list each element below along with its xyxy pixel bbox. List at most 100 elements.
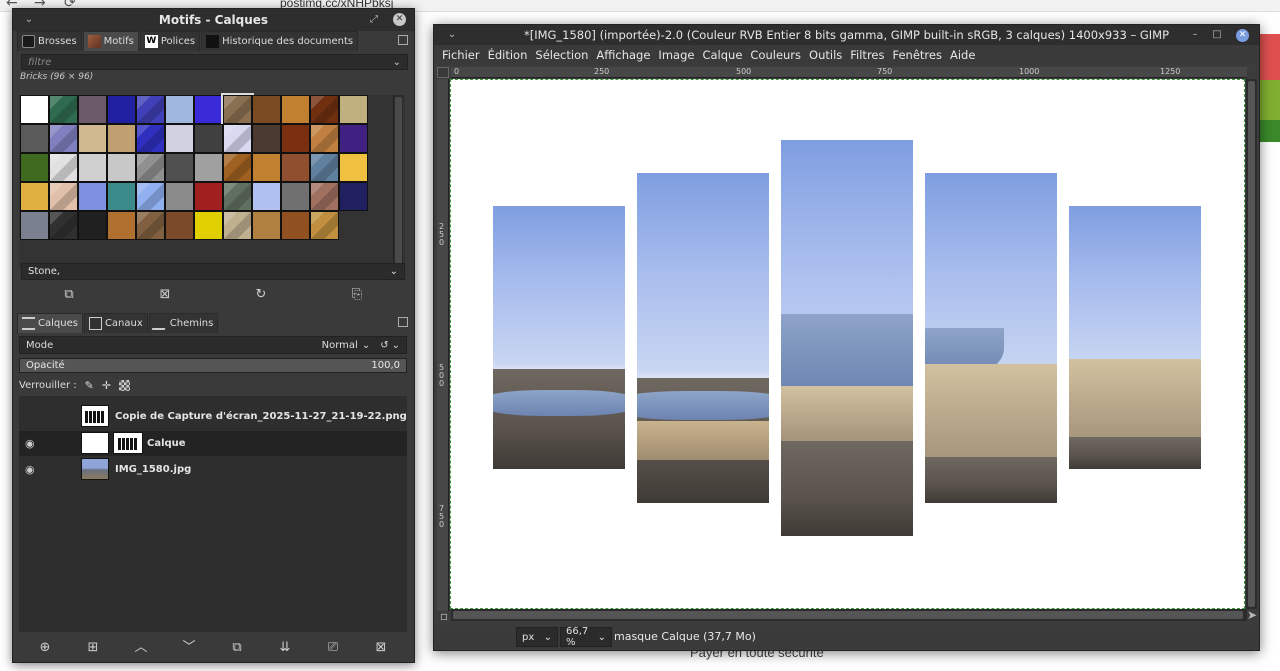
pattern-swatch[interactable] xyxy=(20,211,49,240)
pattern-swatch[interactable] xyxy=(194,182,223,211)
dock-titlebar[interactable]: ⌄ Motifs - Calques ⤢ ✕ xyxy=(13,9,414,31)
pattern-swatch[interactable] xyxy=(136,153,165,182)
selected-pattern-dropdown[interactable]: Stone, ⌄ xyxy=(21,263,405,280)
pattern-swatch[interactable] xyxy=(78,182,107,211)
eye-icon[interactable]: ◉ xyxy=(25,464,38,475)
pattern-swatch[interactable] xyxy=(223,211,252,240)
menu-couleurs[interactable]: Couleurs xyxy=(746,48,805,62)
tab-paths[interactable]: Chemins xyxy=(148,313,219,333)
layer-row[interactable]: ◉ IMG_1580.jpg xyxy=(19,457,407,482)
pattern-swatch[interactable] xyxy=(339,182,368,211)
pattern-swatch[interactable] xyxy=(107,182,136,211)
layer-name[interactable]: Copie de Capture d'écran_2025-11-27_21-1… xyxy=(115,411,407,422)
eye-icon[interactable]: ◉ xyxy=(25,438,38,449)
pattern-swatch[interactable] xyxy=(107,211,136,240)
chevron-down-icon[interactable]: ⌄ xyxy=(390,266,398,277)
pattern-swatch[interactable] xyxy=(20,182,49,211)
reset-icon[interactable]: ↺ xyxy=(380,340,388,351)
pattern-swatch[interactable] xyxy=(252,124,281,153)
pattern-swatch[interactable] xyxy=(339,124,368,153)
restore-icon[interactable]: ⤢ xyxy=(366,12,382,28)
mode-value[interactable]: Normal xyxy=(322,340,358,351)
tab-patterns[interactable]: Motifs xyxy=(82,31,139,51)
pattern-swatch[interactable] xyxy=(136,124,165,153)
open-folder-icon[interactable]: ⎘ xyxy=(350,288,364,302)
tab-document-history[interactable]: Historique des documents xyxy=(201,31,359,51)
close-icon[interactable]: ✕ xyxy=(393,13,406,26)
pattern-swatch[interactable] xyxy=(49,153,78,182)
minimize-icon[interactable]: – xyxy=(1187,27,1203,43)
pattern-swatch[interactable] xyxy=(107,95,136,124)
tab-menu-icon[interactable] xyxy=(398,35,408,45)
image-titlebar[interactable]: ⌄ *[IMG_1580] (importée)-2.0 (Couleur RV… xyxy=(434,25,1259,45)
menu-calque[interactable]: Calque xyxy=(698,48,746,62)
menu-filtres[interactable]: Filtres xyxy=(846,48,888,62)
pattern-swatch[interactable] xyxy=(221,93,254,126)
pattern-swatch[interactable] xyxy=(49,211,78,240)
chevron-down-icon[interactable]: ⌄ xyxy=(362,340,370,351)
canvas-horizontal-scrollbar[interactable] xyxy=(451,609,1247,621)
pattern-swatch[interactable] xyxy=(20,124,49,153)
delete-pattern-icon[interactable]: ⊠ xyxy=(158,288,172,302)
chevron-down-icon[interactable]: ⌄ xyxy=(21,12,37,28)
canvas-vertical-scrollbar[interactable] xyxy=(1246,79,1257,609)
pattern-swatch[interactable] xyxy=(252,182,281,211)
pattern-swatch[interactable] xyxy=(281,95,310,124)
refresh-icon[interactable]: ↻ xyxy=(254,288,268,302)
pattern-swatch[interactable] xyxy=(165,95,194,124)
pattern-swatch[interactable] xyxy=(252,211,281,240)
layer-row[interactable]: ◉ Calque xyxy=(19,431,407,456)
layer-row[interactable]: Copie de Capture d'écran_2025-11-27_21-1… xyxy=(19,404,407,429)
pattern-swatch[interactable] xyxy=(78,124,107,153)
new-layer-group-icon[interactable]: ⊞ xyxy=(86,641,100,655)
raise-layer-icon[interactable]: ︿ xyxy=(134,641,148,655)
pattern-swatch[interactable] xyxy=(165,153,194,182)
menu-edition[interactable]: Édition xyxy=(484,48,532,62)
menu-aide[interactable]: Aide xyxy=(946,48,979,62)
add-mask-icon[interactable]: ⎚ xyxy=(326,641,340,655)
chevron-down-icon[interactable]: ⌄ xyxy=(444,27,460,43)
pattern-swatch[interactable] xyxy=(223,182,252,211)
pattern-swatch[interactable] xyxy=(281,182,310,211)
menu-selection[interactable]: Sélection xyxy=(531,48,592,62)
layer-name[interactable]: IMG_1580.jpg xyxy=(115,464,191,475)
pattern-swatch[interactable] xyxy=(339,153,368,182)
duplicate-layer-icon[interactable]: ⧉ xyxy=(230,641,244,655)
pattern-swatch[interactable] xyxy=(310,95,339,124)
pattern-swatch[interactable] xyxy=(20,95,49,124)
quick-mask-icon[interactable]: ▫ xyxy=(437,609,451,623)
pattern-swatch[interactable] xyxy=(49,95,78,124)
menu-fichier[interactable]: Fichier xyxy=(438,48,484,62)
opacity-slider[interactable]: Opacité 100,0 xyxy=(19,358,407,373)
menu-image[interactable]: Image xyxy=(654,48,698,62)
image-canvas[interactable] xyxy=(450,79,1245,609)
pattern-swatch[interactable] xyxy=(310,153,339,182)
pattern-swatch[interactable] xyxy=(49,124,78,153)
pattern-swatch[interactable] xyxy=(165,124,194,153)
delete-layer-icon[interactable]: ⊠ xyxy=(374,641,388,655)
canvas-horizontal-thumb[interactable] xyxy=(453,611,1243,619)
chevron-down-icon[interactable]: ⌄ xyxy=(598,632,606,643)
menu-fenetres[interactable]: Fenêtres xyxy=(889,48,946,62)
pattern-scrollbar[interactable] xyxy=(393,95,403,269)
zoom-selector[interactable]: 66,7 % ⌄ xyxy=(560,626,612,648)
pattern-swatch[interactable] xyxy=(194,124,223,153)
chevron-down-icon[interactable]: ⌄ xyxy=(544,632,552,643)
pattern-swatch[interactable] xyxy=(223,153,252,182)
pattern-swatch[interactable] xyxy=(136,95,165,124)
new-layer-icon[interactable]: ⊕ xyxy=(38,641,52,655)
navigate-icon[interactable]: ➤ xyxy=(1245,608,1259,622)
pattern-swatch[interactable] xyxy=(78,211,107,240)
tab-fonts[interactable]: W Polices xyxy=(139,31,201,51)
merge-layer-icon[interactable]: ⇊ xyxy=(278,641,292,655)
tab-layers[interactable]: Calques xyxy=(17,313,83,333)
pattern-swatch[interactable] xyxy=(339,95,368,124)
unit-selector[interactable]: px ⌄ xyxy=(516,627,558,647)
opacity-value[interactable]: 100,0 xyxy=(371,360,400,371)
lock-position-icon[interactable]: ✛ xyxy=(102,379,111,392)
pattern-swatch[interactable] xyxy=(194,211,223,240)
pattern-swatch[interactable] xyxy=(223,124,252,153)
pattern-swatch[interactable] xyxy=(107,153,136,182)
pattern-swatch[interactable] xyxy=(194,153,223,182)
close-icon[interactable]: ✕ xyxy=(1236,29,1249,42)
